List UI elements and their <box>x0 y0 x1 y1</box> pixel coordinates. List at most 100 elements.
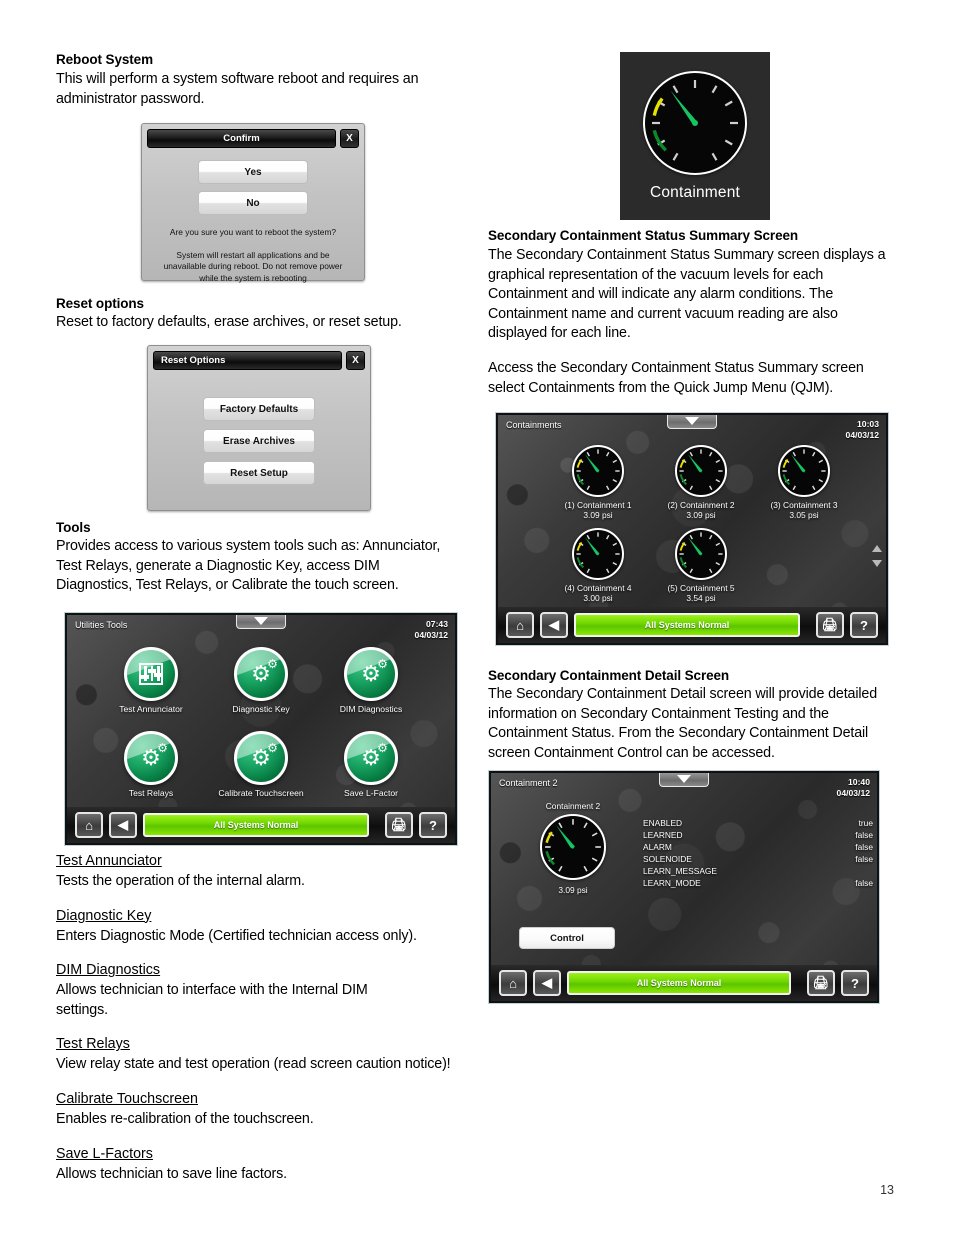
detail-heading: Secondary Containment Detail Screen <box>488 668 730 683</box>
row-key: ALARM <box>643 842 672 852</box>
bottom-nav-bar: ⌂ ◀ All Systems Normal 🖨 ? <box>67 807 455 843</box>
printer-icon[interactable]: 🖨 <box>385 812 413 838</box>
close-icon[interactable]: X <box>340 129 359 148</box>
row-key: ENABLED <box>643 818 683 828</box>
printer-icon[interactable]: 🖨 <box>816 612 844 638</box>
confirm-dialog-title: Confirm <box>147 129 336 148</box>
bottom-nav-bar: ⌂ ◀ All Systems Normal 🖨 ? <box>498 607 886 643</box>
desc-save-l-factors: Allows technician to save line factors. <box>56 1165 287 1182</box>
left-column: Reboot System This will perform a system… <box>56 50 466 1182</box>
back-arrow-icon[interactable]: ◀ <box>109 812 137 838</box>
containment-detail-screen: Containment 2 10:40 04/03/12 Containment… <box>491 773 877 1001</box>
detail-gauge-value: 3.09 psi <box>558 885 588 895</box>
gauge-icon <box>778 445 830 497</box>
containment-gauge-4[interactable]: (4) Containment 4 3.00 psi <box>538 528 658 603</box>
gauge-label: (1) Containment 1 <box>564 500 632 510</box>
containment-icon-tile: Containment <box>620 52 770 220</box>
clock-date: 04/03/12 <box>836 788 870 798</box>
tools-body: Provides access to various system tools … <box>56 538 441 594</box>
reset-dialog-header: Reset Options X <box>148 346 370 370</box>
tool-test-relays[interactable]: ⚙ ⚙ Test Relays <box>105 731 197 798</box>
page-number: 13 <box>880 1183 894 1197</box>
containment-gauge-1[interactable]: (1) Containment 1 3.09 psi <box>538 445 658 520</box>
confirm-note-line-2: unavailable during reboot. Do not remove… <box>163 261 343 271</box>
containments-summary-screen: Containments 10:03 04/03/12 (1) Containm… <box>498 415 886 643</box>
close-icon[interactable]: X <box>346 351 365 370</box>
containment-gauge-3[interactable]: (3) Containment 3 3.05 psi <box>744 445 864 520</box>
yes-button[interactable]: Yes <box>198 160 308 184</box>
row-key: LEARN_MESSAGE <box>643 866 718 876</box>
sliders-icon <box>124 647 178 701</box>
confirm-dialog: Confirm X Yes No Are you sure you want t… <box>141 123 365 283</box>
gauge-icon <box>572 445 624 497</box>
term-save-l-factors: Save L-Factors <box>56 1145 153 1162</box>
scroll-up-icon[interactable] <box>871 543 882 554</box>
tool-label: Calibrate Touchscreen <box>218 788 304 798</box>
confirm-note-line-1: System will restart all applications and… <box>176 249 330 260</box>
tool-calibrate-touchscreen[interactable]: ⚙ ⚙ Calibrate Touchscreen <box>215 731 307 798</box>
summary-heading: Secondary Containment Status Summary Scr… <box>488 228 799 243</box>
status-badge: All Systems Normal <box>574 613 800 637</box>
gears-icon: ⚙ ⚙ <box>344 731 398 785</box>
gauge-label: (3) Containment 3 <box>770 500 838 510</box>
printer-icon[interactable]: 🖨 <box>807 970 835 996</box>
help-icon[interactable]: ? <box>419 812 447 838</box>
tool-label: Test Relays <box>128 788 174 798</box>
row-value: false <box>855 830 873 840</box>
home-icon[interactable]: ⌂ <box>75 812 103 838</box>
confirm-question: Are you sure you want to reboot the syst… <box>169 227 337 237</box>
screen-clock: 07:43 04/03/12 <box>415 619 448 641</box>
gauge-icon <box>675 445 727 497</box>
desc-diagnostic-key: Enters Diagnostic Mode (Certified techni… <box>56 927 417 944</box>
screen-clock: 10:40 04/03/12 <box>837 777 870 799</box>
quick-jump-menu-tab[interactable] <box>667 415 717 429</box>
tool-diagnostic-key[interactable]: ⚙ ⚙ Diagnostic Key <box>215 647 307 714</box>
clock-time: 07:43 <box>426 619 448 629</box>
tools-heading: Tools <box>56 520 91 535</box>
term-diagnostic-key: Diagnostic Key <box>56 907 152 924</box>
containment-tile-label: Containment <box>649 183 741 201</box>
back-arrow-icon[interactable]: ◀ <box>533 970 561 996</box>
tool-label: Diagnostic Key <box>232 704 290 714</box>
confirm-dialog-header: Confirm X <box>142 124 364 148</box>
home-icon[interactable]: ⌂ <box>499 970 527 996</box>
reset-setup-button[interactable]: Reset Setup <box>203 461 315 485</box>
desc-calibrate-touchscreen: Enables re-calibration of the touchscree… <box>56 1110 314 1127</box>
summary-body-1: The Secondary Containment Status Summary… <box>488 247 886 342</box>
back-arrow-icon[interactable]: ◀ <box>540 612 568 638</box>
gears-icon: ⚙ ⚙ <box>234 647 288 701</box>
status-badge: All Systems Normal <box>143 813 369 837</box>
gears-icon: ⚙ ⚙ <box>344 647 398 701</box>
containment-gauge-2[interactable]: (2) Containment 2 3.09 psi <box>641 445 761 520</box>
row-key: SOLENOIDE <box>643 854 692 864</box>
home-icon[interactable]: ⌂ <box>506 612 534 638</box>
gauge-value: 3.09 psi <box>583 510 613 520</box>
reset-options-body: Reset to factory defaults, erase archive… <box>56 314 402 330</box>
chevron-down-icon <box>677 775 691 783</box>
factory-defaults-button[interactable]: Factory Defaults <box>203 397 315 421</box>
help-icon[interactable]: ? <box>850 612 878 638</box>
gauge-icon <box>643 70 747 175</box>
no-button[interactable]: No <box>198 191 308 215</box>
scroll-down-icon[interactable] <box>871 558 882 569</box>
gauge-value: 3.54 psi <box>686 593 716 603</box>
quick-jump-menu-tab[interactable] <box>659 773 709 787</box>
erase-archives-button[interactable]: Erase Archives <box>203 429 315 453</box>
row-key: LEARNED <box>643 830 683 840</box>
detail-gauge-label: Containment 2 <box>545 801 601 811</box>
tool-save-l-factor[interactable]: ⚙ ⚙ Save L-Factor <box>325 731 417 798</box>
gauge-label: (2) Containment 2 <box>667 500 735 510</box>
screen-title: Containments <box>506 420 562 430</box>
containment-detail-screenshot: Containment 2 10:40 04/03/12 Containment… <box>488 770 880 1004</box>
quick-jump-menu-tab[interactable] <box>236 615 286 629</box>
term-dim-diagnostics: DIM Diagnostics <box>56 962 161 979</box>
tool-label: Save L-Factor <box>344 788 398 798</box>
right-column: Secondary Containment Status Summary Scr… <box>488 226 900 1004</box>
tool-test-annunciator[interactable]: Test Annunciator <box>105 647 197 714</box>
clock-date: 04/03/12 <box>845 430 879 440</box>
control-button[interactable]: Control <box>519 927 615 949</box>
gauge-value: 3.05 psi <box>789 510 819 520</box>
containment-gauge-5[interactable]: (5) Containment 5 3.54 psi <box>641 528 761 603</box>
help-icon[interactable]: ? <box>841 970 869 996</box>
tool-dim-diagnostics[interactable]: ⚙ ⚙ DIM Diagnostics <box>325 647 417 714</box>
